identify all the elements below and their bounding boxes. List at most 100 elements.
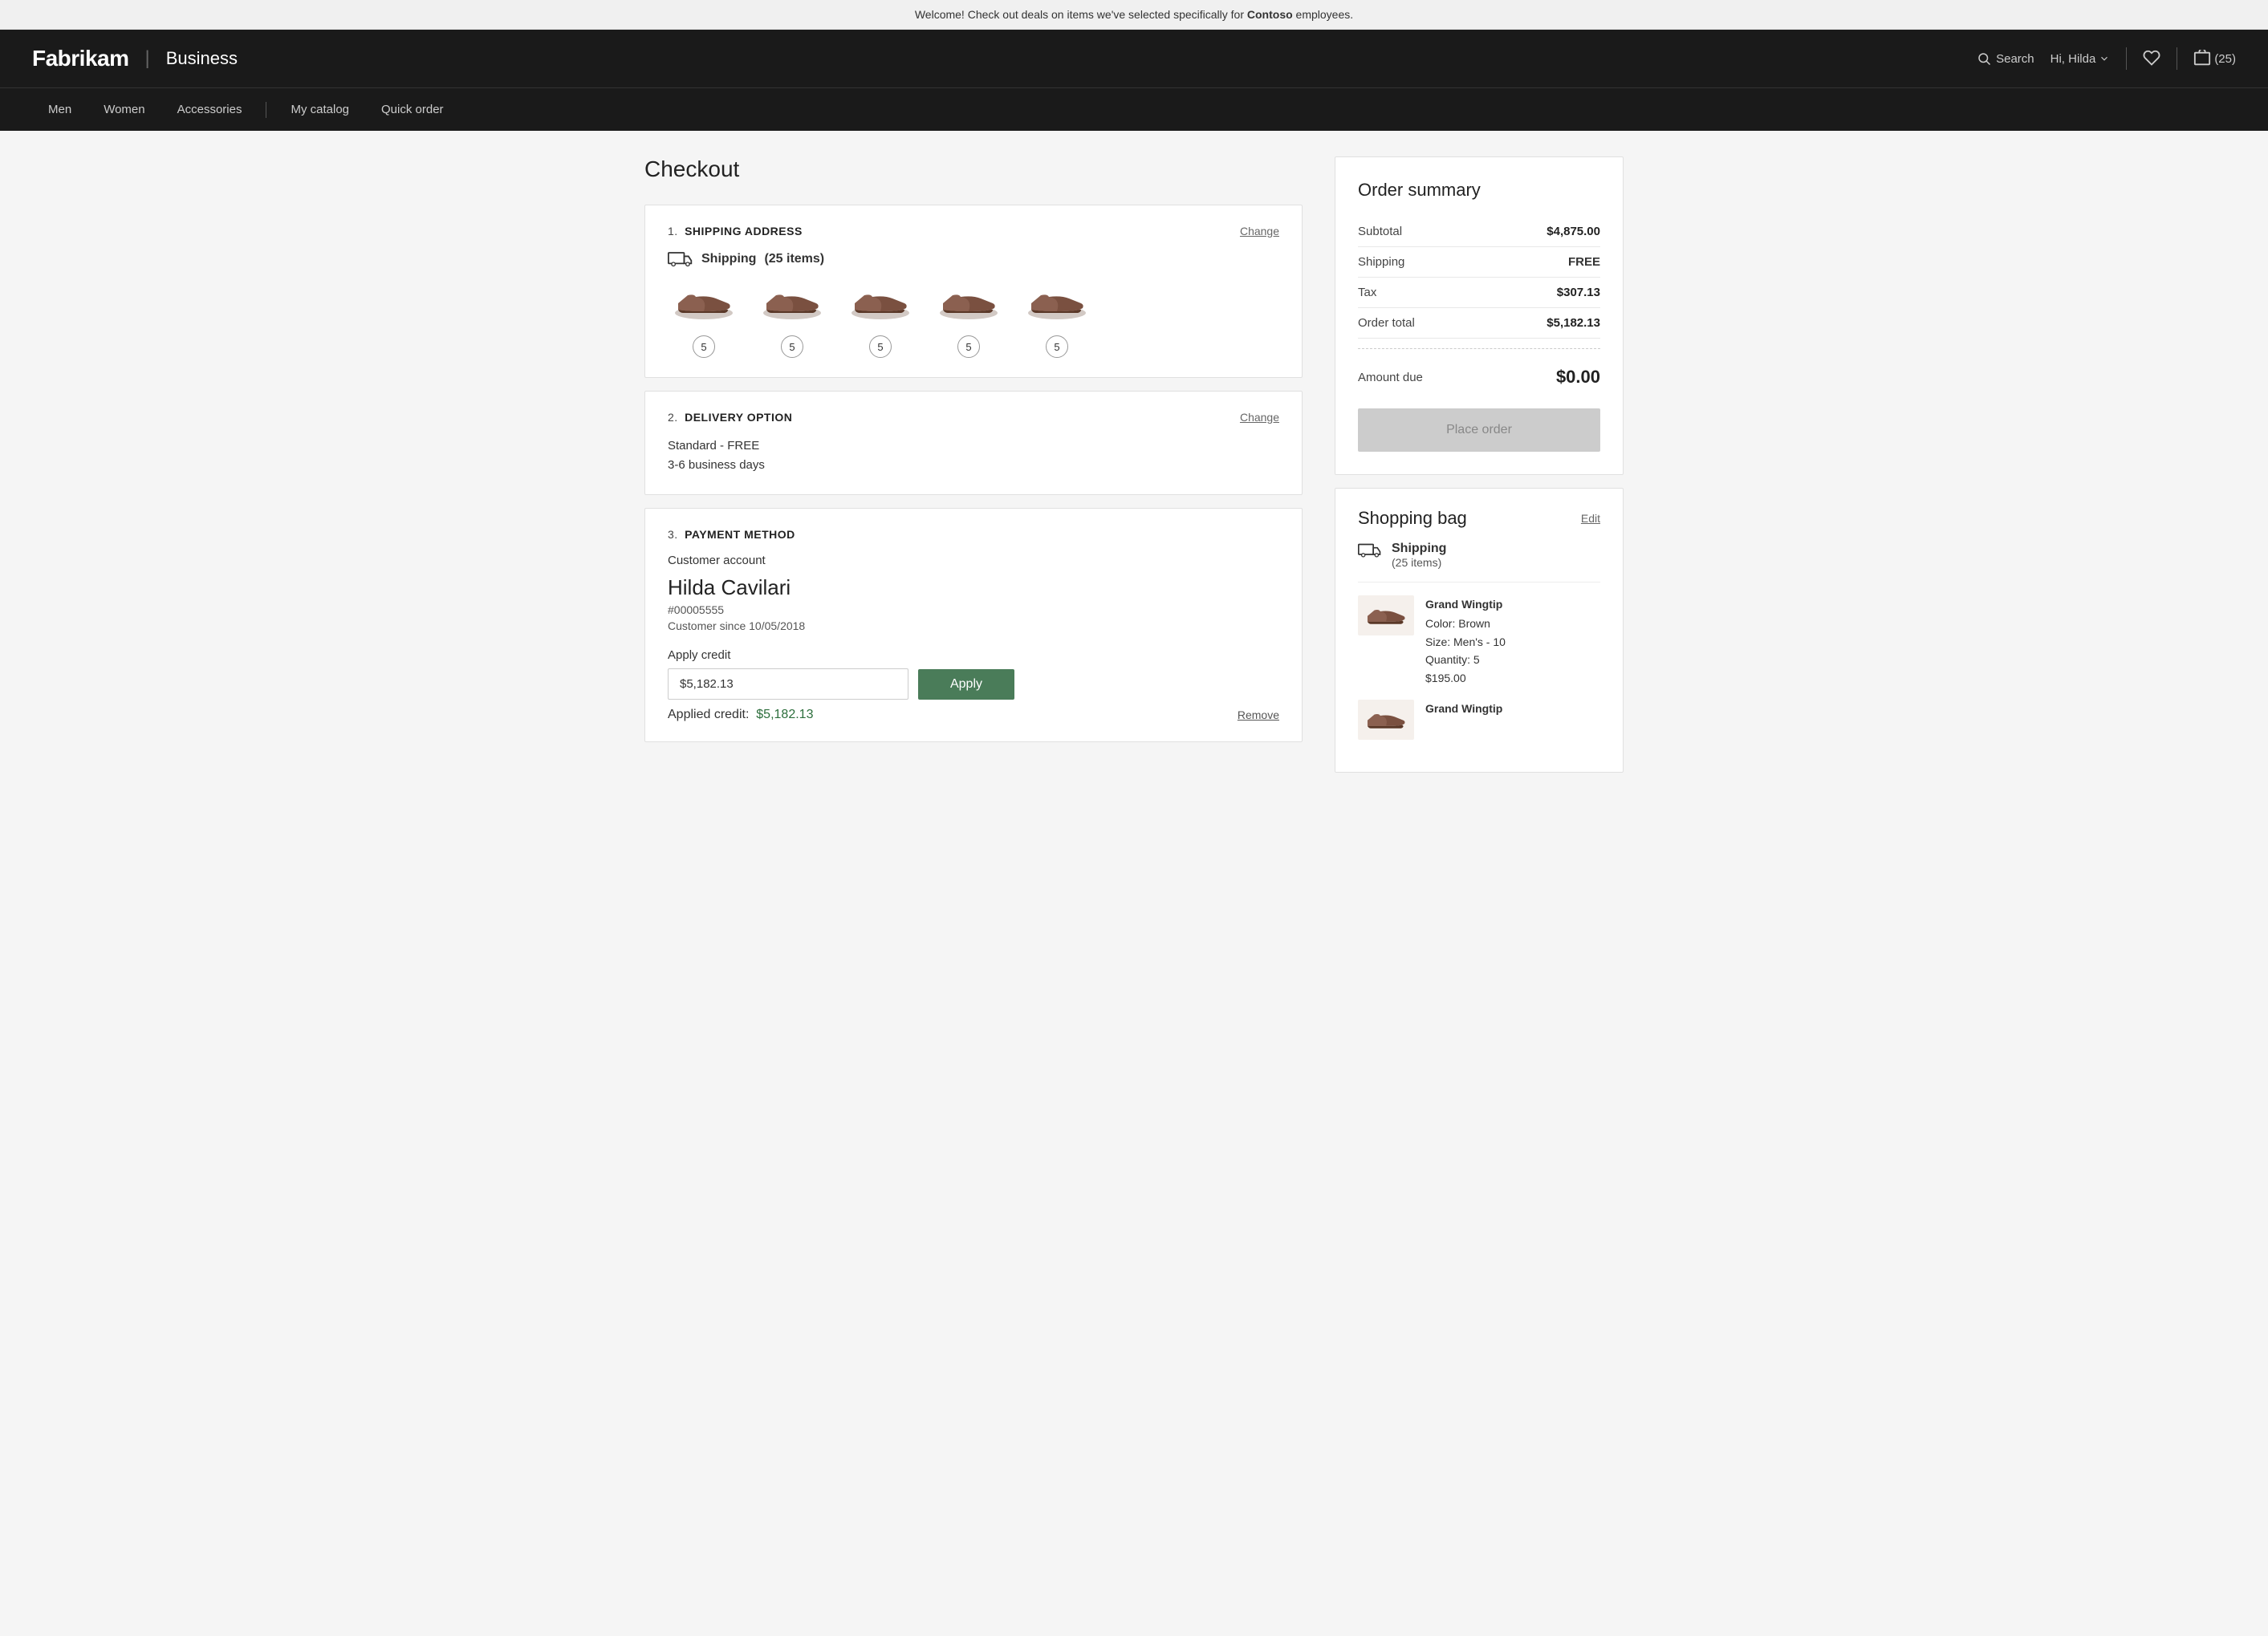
shoe-image-2 bbox=[760, 287, 824, 323]
customer-name: Hilda Cavilari bbox=[668, 575, 1279, 600]
truck-icon-bag bbox=[1358, 542, 1382, 559]
amount-due-row: Amount due $0.00 bbox=[1358, 359, 1600, 396]
remove-credit-button[interactable]: Remove bbox=[1238, 708, 1279, 721]
product-item-2: 5 bbox=[756, 281, 828, 358]
product-item-5: 5 bbox=[1021, 281, 1093, 358]
delivery-section-label: DELIVERY OPTION bbox=[685, 411, 792, 424]
order-summary-title: Order summary bbox=[1358, 180, 1600, 201]
amount-due-label: Amount due bbox=[1358, 371, 1423, 384]
logo-area: Fabrikam | Business bbox=[32, 46, 238, 71]
applied-credit-row: Applied credit: $5,182.13 Remove bbox=[668, 708, 1279, 722]
cart-button[interactable]: (25) bbox=[2193, 50, 2236, 67]
quantity-badge-3: 5 bbox=[869, 335, 892, 358]
nav-women[interactable]: Women bbox=[87, 88, 161, 131]
product-list: 5 5 bbox=[668, 281, 1279, 358]
bag-product-img-1 bbox=[1358, 595, 1414, 635]
apply-credit-label: Apply credit bbox=[668, 648, 1279, 662]
bag-shipping-count: (25 items) bbox=[1392, 556, 1446, 569]
shipping-change-button[interactable]: Change bbox=[1240, 225, 1279, 237]
delivery-change-button[interactable]: Change bbox=[1240, 411, 1279, 424]
summary-divider bbox=[1358, 348, 1600, 349]
bag-product-size-1: Size: Men's - 10 bbox=[1425, 633, 1506, 651]
apply-credit-button[interactable]: Apply bbox=[918, 669, 1014, 700]
shipping-section-number: 1. bbox=[668, 225, 678, 237]
amount-due-value: $0.00 bbox=[1556, 367, 1600, 388]
product-image-2 bbox=[756, 281, 828, 329]
shipping-title-text: Shipping bbox=[701, 252, 756, 266]
product-image-3 bbox=[844, 281, 917, 329]
bag-product-2: Grand Wingtip bbox=[1358, 700, 1600, 740]
shipping-summary-value: FREE bbox=[1568, 255, 1600, 269]
bag-shoe-2 bbox=[1362, 705, 1410, 734]
bag-product-price-1: $195.00 bbox=[1425, 669, 1506, 687]
product-item-3: 5 bbox=[844, 281, 917, 358]
order-total-value: $5,182.13 bbox=[1547, 316, 1600, 330]
truck-icon bbox=[668, 250, 693, 268]
payment-section-header: 3. PAYMENT METHOD bbox=[668, 528, 1279, 541]
shipping-summary-label: Shipping bbox=[1358, 255, 1404, 269]
wishlist-button[interactable] bbox=[2143, 49, 2160, 69]
place-order-button[interactable]: Place order bbox=[1358, 408, 1600, 452]
shoe-image-3 bbox=[848, 287, 912, 323]
bag-shipping-row: Shipping (25 items) bbox=[1358, 542, 1600, 583]
subtotal-label: Subtotal bbox=[1358, 225, 1402, 238]
bag-product-name-1: Grand Wingtip bbox=[1425, 595, 1506, 613]
apply-credit-row: Apply bbox=[668, 668, 1279, 700]
product-item-4: 5 bbox=[933, 281, 1005, 358]
shopping-bag-header: Shopping bag Edit bbox=[1358, 508, 1600, 529]
search-icon bbox=[1977, 51, 1991, 66]
payment-section-label: PAYMENT METHOD bbox=[685, 528, 795, 541]
product-image-5 bbox=[1021, 281, 1093, 329]
nav-men[interactable]: Men bbox=[32, 88, 87, 131]
product-image-4 bbox=[933, 281, 1005, 329]
logo-divider: | bbox=[145, 47, 150, 70]
payment-section-title: 3. PAYMENT METHOD bbox=[668, 528, 795, 541]
customer-id: #00005555 bbox=[668, 603, 1279, 616]
cart-icon bbox=[2193, 50, 2211, 67]
site-header: Fabrikam | Business Search Hi, Hilda (25… bbox=[0, 30, 2268, 87]
announcement-text: Welcome! Check out deals on items we've … bbox=[915, 8, 1244, 21]
heart-icon bbox=[2143, 49, 2160, 67]
delivery-option-section: 2. DELIVERY OPTION Change Standard - FRE… bbox=[644, 391, 1303, 495]
user-menu-button[interactable]: Hi, Hilda bbox=[2051, 52, 2111, 66]
tax-label: Tax bbox=[1358, 286, 1376, 299]
applied-credit-text: Applied credit: $5,182.13 bbox=[668, 708, 813, 722]
bag-product-details-1: Grand Wingtip Color: Brown Size: Men's -… bbox=[1425, 595, 1506, 687]
search-button[interactable]: Search bbox=[1977, 51, 2034, 66]
subtotal-row: Subtotal $4,875.00 bbox=[1358, 217, 1600, 247]
logo-name: Fabrikam bbox=[32, 46, 129, 71]
bag-product-name-2: Grand Wingtip bbox=[1425, 700, 1502, 717]
shopping-bag-title: Shopping bag bbox=[1358, 508, 1467, 529]
delivery-option-text: Standard - FREE 3-6 business days bbox=[668, 436, 1279, 475]
bag-product-1: Grand Wingtip Color: Brown Size: Men's -… bbox=[1358, 595, 1600, 687]
shopping-bag-edit-button[interactable]: Edit bbox=[1581, 512, 1600, 525]
delivery-option-days: 3-6 business days bbox=[668, 456, 1279, 475]
order-total-row: Order total $5,182.13 bbox=[1358, 308, 1600, 339]
quantity-badge-1: 5 bbox=[693, 335, 715, 358]
shipping-address-section: 1. SHIPPING ADDRESS Change Shipping (25 … bbox=[644, 205, 1303, 378]
search-label: Search bbox=[1996, 52, 2034, 66]
customer-account-label: Customer account bbox=[668, 554, 1279, 567]
credit-input[interactable] bbox=[668, 668, 908, 700]
nav-quick-order[interactable]: Quick order bbox=[365, 88, 460, 131]
quantity-badge-4: 5 bbox=[957, 335, 980, 358]
applied-credit-amount: $5,182.13 bbox=[756, 708, 813, 721]
customer-since: Customer since 10/05/2018 bbox=[668, 619, 1279, 632]
nav-accessories[interactable]: Accessories bbox=[161, 88, 258, 131]
chevron-down-icon bbox=[2099, 53, 2110, 64]
delivery-option-name: Standard - FREE bbox=[668, 436, 1279, 456]
shipping-label-row: Shipping (25 items) bbox=[668, 250, 1279, 268]
order-summary-card: Order summary Subtotal $4,875.00 Shippin… bbox=[1335, 156, 1624, 475]
shipping-section-title: 1. SHIPPING ADDRESS bbox=[668, 225, 803, 237]
shoe-image-4 bbox=[937, 287, 1001, 323]
shopping-bag-card: Shopping bag Edit Shipping (25 items) bbox=[1335, 488, 1624, 773]
nav-my-catalog[interactable]: My catalog bbox=[274, 88, 365, 131]
announcement-suffix: employees. bbox=[1296, 8, 1354, 21]
announcement-company: Contoso bbox=[1247, 8, 1293, 21]
bag-product-color-1: Color: Brown bbox=[1425, 615, 1506, 632]
payment-section-number: 3. bbox=[668, 528, 678, 541]
main-nav: Men Women Accessories My catalog Quick o… bbox=[0, 87, 2268, 131]
logo-business: Business bbox=[166, 48, 238, 69]
quantity-badge-2: 5 bbox=[781, 335, 803, 358]
bag-product-details-2: Grand Wingtip bbox=[1425, 700, 1502, 740]
